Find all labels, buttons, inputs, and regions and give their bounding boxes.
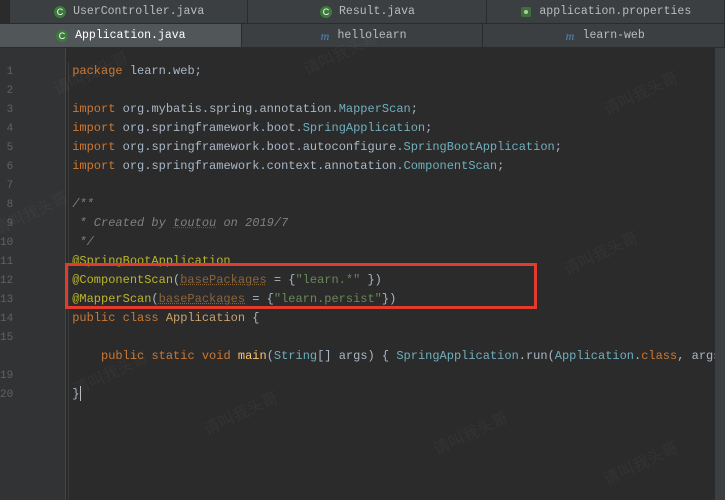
tab-application[interactable]: C Application.java	[0, 24, 242, 47]
editor-area: 1 2 3 4 5 6 7 8 9 10 11 12 13 14 15 19 2…	[0, 48, 725, 500]
tab-label: Application.java	[75, 29, 185, 42]
line-number[interactable]: 15	[0, 328, 65, 347]
line-number[interactable]: 5	[0, 138, 65, 157]
line-number[interactable]: 11	[0, 252, 65, 271]
svg-text:C: C	[57, 7, 64, 17]
line-number[interactable]: 3	[0, 100, 65, 119]
line-number[interactable]: 9	[0, 214, 65, 233]
tab-label: hellolearn	[338, 29, 407, 42]
class-icon: C	[319, 5, 333, 19]
module-icon: m	[318, 29, 332, 43]
tab-label: Result.java	[339, 5, 415, 18]
line-number[interactable]: 2	[0, 81, 65, 100]
line-number[interactable]	[0, 347, 65, 366]
text-caret	[80, 386, 81, 401]
class-icon: C	[53, 5, 67, 19]
tab-bar-bottom: C Application.java m hellolearn m learn-…	[0, 24, 725, 48]
svg-text:C: C	[59, 31, 66, 41]
line-number[interactable]: 10	[0, 233, 65, 252]
line-number[interactable]: 6	[0, 157, 65, 176]
line-number[interactable]: 14	[0, 309, 65, 328]
tab-application-properties[interactable]: application.properties	[487, 0, 725, 23]
line-number[interactable]: 20	[0, 385, 65, 404]
tab-result[interactable]: C Result.java	[248, 0, 486, 23]
tab-hellolearn[interactable]: m hellolearn	[242, 24, 484, 47]
module-icon: m	[563, 29, 577, 43]
line-number[interactable]: 1	[0, 62, 65, 81]
tab-bar-top: C UserController.java C Result.java appl…	[10, 0, 725, 24]
code-editor[interactable]: package learn.web; import org.mybatis.sp…	[65, 48, 725, 500]
class-icon: C	[55, 29, 69, 43]
tab-learn-web[interactable]: m learn-web	[483, 24, 725, 47]
scrollbar[interactable]	[715, 48, 725, 500]
svg-text:C: C	[323, 7, 330, 17]
line-number[interactable]: 13	[0, 290, 65, 309]
gutter: 1 2 3 4 5 6 7 8 9 10 11 12 13 14 15 19 2…	[0, 48, 65, 500]
tab-label: application.properties	[539, 5, 691, 18]
line-number[interactable]: 12	[0, 271, 65, 290]
line-number[interactable]: 4	[0, 119, 65, 138]
line-number[interactable]: 7	[0, 176, 65, 195]
line-number[interactable]: 19	[0, 366, 65, 385]
svg-text:m: m	[320, 29, 329, 43]
line-number[interactable]: 8	[0, 195, 65, 214]
svg-text:m: m	[565, 29, 574, 43]
properties-icon	[519, 5, 533, 19]
tab-label: learn-web	[583, 29, 645, 42]
tab-label: UserController.java	[73, 5, 204, 18]
tab-usercontroller[interactable]: C UserController.java	[10, 0, 248, 23]
